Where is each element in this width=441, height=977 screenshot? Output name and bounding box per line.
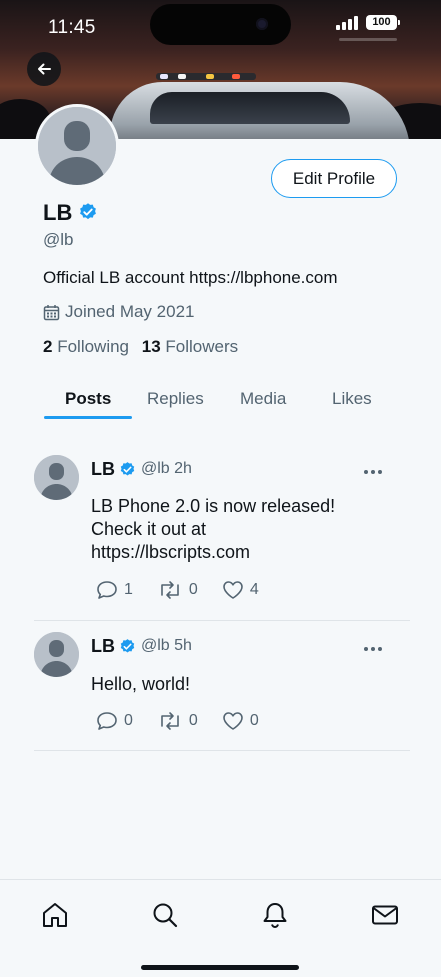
joined-text: Joined May 2021 <box>65 302 195 321</box>
tab-likes[interactable]: Likes <box>332 389 372 409</box>
default-avatar-icon <box>38 107 116 185</box>
home-indicator <box>141 965 299 970</box>
post-actions: 0 0 0 <box>96 711 283 731</box>
post-handle: @lb <box>141 460 170 477</box>
mail-icon <box>372 905 398 925</box>
arrow-left-icon <box>38 63 51 75</box>
repost-icon <box>161 712 179 730</box>
tab-media[interactable]: Media <box>240 389 286 409</box>
post-text: Hello, world! <box>91 673 391 696</box>
post-handle: @lb <box>141 637 170 654</box>
repost-button[interactable]: 0 <box>157 711 198 731</box>
post-text-line: Hello, world! <box>91 674 191 694</box>
nav-home-button[interactable] <box>40 900 70 930</box>
post-text-line: https://lbscripts.com <box>91 542 251 562</box>
followers-label: Followers <box>165 337 239 356</box>
dynamic-island <box>150 4 291 45</box>
battery-icon: 100 <box>366 15 400 30</box>
post-divider <box>34 620 410 621</box>
reply-count: 0 <box>124 712 133 729</box>
post-meta: @lb 2h <box>141 460 192 478</box>
follow-stats: 2 Following 13 Followers <box>43 337 246 357</box>
nav-notifications-button[interactable] <box>260 900 290 930</box>
post-avatar[interactable] <box>34 632 79 677</box>
heart-icon <box>223 712 243 730</box>
repost-icon <box>161 581 179 599</box>
back-button[interactable] <box>27 52 61 86</box>
followers-link[interactable]: 13 Followers <box>142 337 238 356</box>
bottom-navigation <box>0 879 441 977</box>
post-text-line: Check it out at <box>91 519 207 539</box>
home-icon <box>43 903 67 927</box>
following-label: Following <box>57 337 130 356</box>
tab-replies[interactable]: Replies <box>147 389 204 409</box>
verified-badge-icon <box>120 639 135 653</box>
like-count: 0 <box>249 712 259 729</box>
reply-count: 1 <box>124 581 133 598</box>
default-avatar-icon <box>34 455 79 500</box>
nav-messages-button[interactable] <box>370 900 400 930</box>
repost-button[interactable]: 0 <box>157 580 198 600</box>
comment-icon <box>97 581 117 599</box>
repost-count: 0 <box>188 581 198 598</box>
status-time: 11:45 <box>48 17 96 38</box>
profile-avatar[interactable] <box>35 104 119 188</box>
signal-icon <box>336 16 360 30</box>
tab-posts[interactable]: Posts <box>65 389 111 409</box>
nav-search-button[interactable] <box>150 900 180 930</box>
profile-bio: Official LB account https://lbphone.com <box>43 268 338 287</box>
post-actions: 1 0 4 <box>96 580 283 600</box>
search-icon <box>153 903 178 928</box>
like-count: 4 <box>249 581 259 598</box>
post-item[interactable]: LB @lb 2h LB Phone 2.0 is now released! … <box>34 455 410 615</box>
following-link[interactable]: 2 Following <box>43 337 129 356</box>
post-divider <box>34 750 410 751</box>
post-author-name: LB <box>91 459 115 479</box>
verified-badge-icon <box>120 462 135 476</box>
more-horizontal-icon[interactable] <box>361 640 385 658</box>
like-button[interactable]: 0 <box>222 711 259 731</box>
post-text-line: LB Phone 2.0 is now released! <box>91 496 336 516</box>
profile-tabs: Posts Replies Media Likes <box>34 383 410 421</box>
reply-button[interactable]: 0 <box>96 711 133 731</box>
verified-badge-icon <box>80 203 96 220</box>
edit-profile-button[interactable]: Edit Profile <box>271 159 397 198</box>
calendar-icon <box>43 304 60 320</box>
post-time: 5h <box>174 637 192 654</box>
post-time: 2h <box>174 460 192 477</box>
bell-icon <box>263 903 287 929</box>
active-tab-indicator <box>44 416 132 419</box>
post-text: LB Phone 2.0 is now released! Check it o… <box>91 495 391 564</box>
profile-handle: @lb <box>43 230 74 249</box>
joined-date: Joined May 2021 <box>43 302 194 322</box>
post-avatar[interactable] <box>34 455 79 500</box>
repost-count: 0 <box>188 712 198 729</box>
profile-name: LB <box>43 200 73 225</box>
comment-icon <box>97 712 117 730</box>
post-author-name: LB <box>91 636 115 656</box>
status-bar: 11:45 100 <box>0 0 441 52</box>
followers-count: 13 <box>141 337 161 356</box>
more-horizontal-icon[interactable] <box>361 463 385 481</box>
post-item[interactable]: LB @lb 5h Hello, world! 0 0 0 <box>34 632 410 742</box>
like-button[interactable]: 4 <box>222 580 259 600</box>
following-count: 2 <box>43 337 53 356</box>
post-meta: @lb 5h <box>141 637 192 655</box>
default-avatar-icon <box>34 632 79 677</box>
heart-icon <box>223 581 243 599</box>
reply-button[interactable]: 1 <box>96 580 133 600</box>
